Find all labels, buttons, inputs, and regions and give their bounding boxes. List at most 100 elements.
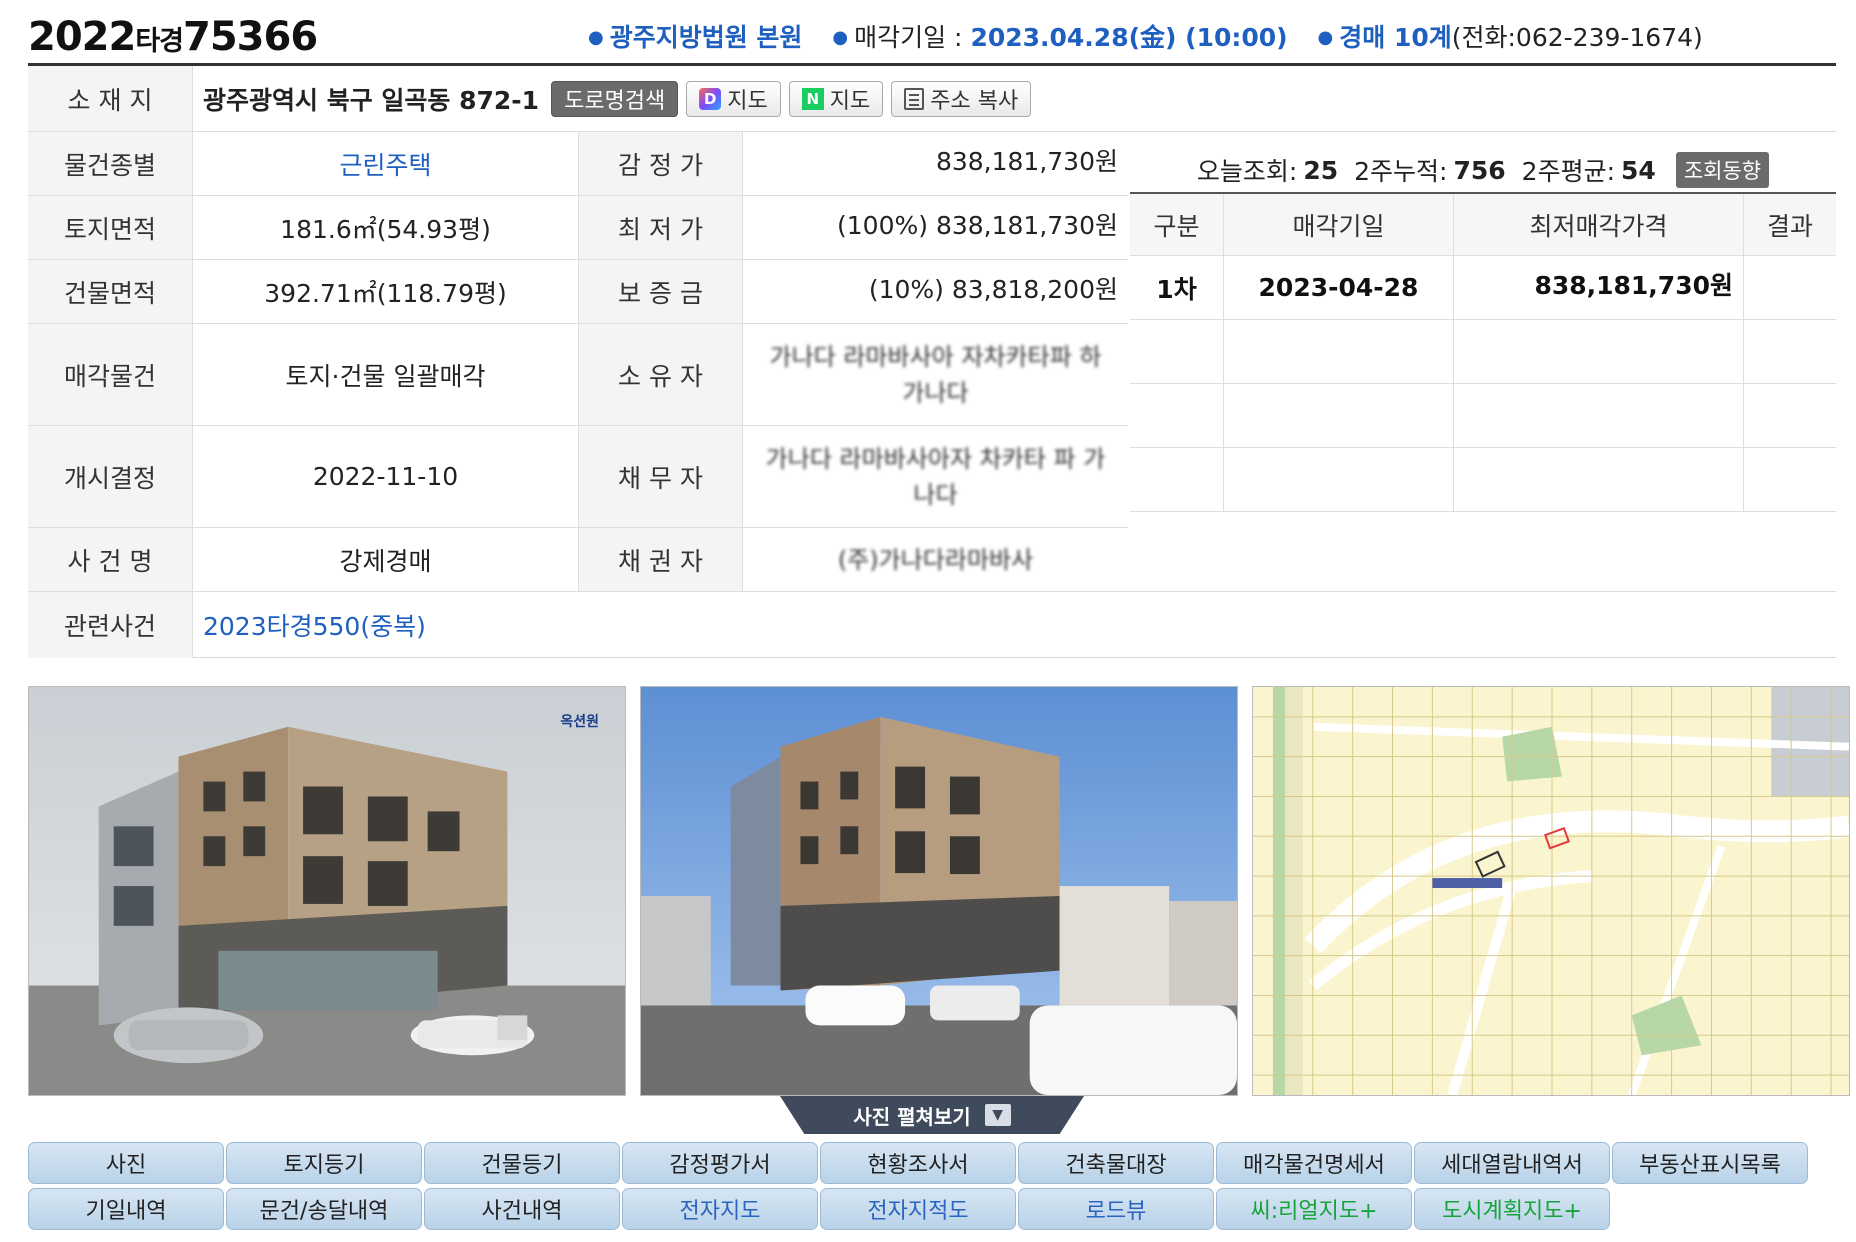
tab-household-records[interactable]: 세대열람내역서 xyxy=(1414,1142,1610,1184)
owner-label: 소 유 자 xyxy=(578,324,743,425)
empty-cell xyxy=(1130,384,1224,447)
owner-value: 가나다 라마바사아 자차카타파 하 가나다 xyxy=(769,342,1102,407)
sale-date-label: 매각기일 : xyxy=(854,23,971,52)
bullet-icon: ● xyxy=(1317,27,1334,48)
case-number: 2022타경75366 xyxy=(28,14,318,60)
case-name-value: 강제경매 xyxy=(339,546,432,576)
table-row xyxy=(1130,384,1836,448)
tab-property-list[interactable]: 부동산표시목록 xyxy=(1612,1142,1808,1184)
location-label: 소 재 지 xyxy=(28,66,193,131)
tab-date-history[interactable]: 기일내역 xyxy=(28,1188,224,1230)
tab-urban-plan-map[interactable]: 도시계획지도+ xyxy=(1414,1188,1610,1230)
debtor-value: 가나다 라마바사아자 차카타 파 가나다 xyxy=(765,444,1106,509)
table-row: 1차 2023-04-28 838,181,730원 xyxy=(1130,256,1836,320)
related-case-link[interactable]: 2023타경550(중복) xyxy=(203,592,426,658)
naver-map-label: 지도 xyxy=(829,88,871,114)
property-type-label: 물건종별 xyxy=(28,132,193,195)
related-case-label: 관련사건 xyxy=(28,592,193,658)
empty-cell xyxy=(1224,384,1454,447)
start-decision-label: 개시결정 xyxy=(28,426,193,527)
tab-building-ledger[interactable]: 건축물대장 xyxy=(1018,1142,1214,1184)
property-type-row: 물건종별 근린주택 감 정 가 838,181,730원 xyxy=(28,132,1128,196)
property-photo-2[interactable] xyxy=(640,686,1238,1096)
col-result: 결과 xyxy=(1744,194,1836,255)
tab-sale-statement[interactable]: 매각물건명세서 xyxy=(1216,1142,1412,1184)
tab-land-registry[interactable]: 토지등기 xyxy=(226,1142,422,1184)
building-area-value: 392.71㎡(118.79평) xyxy=(264,278,507,308)
start-decision-row: 개시결정 2022-11-10 채 무 자 가나다 라마바사아자 차카타 파 가… xyxy=(28,426,1128,528)
creditor-value: (주)가나다라마바사 xyxy=(837,545,1034,574)
daum-icon: D xyxy=(699,87,722,110)
daum-map-button[interactable]: D 지도 xyxy=(686,80,781,117)
today-views-label: 오늘조회: xyxy=(1196,157,1298,186)
empty-cell xyxy=(1454,320,1744,383)
chevron-down-icon: ▼ xyxy=(984,1104,1011,1126)
case-name-row: 사 건 명 강제경매 채 권 자 (주)가나다라마바사 xyxy=(28,528,1836,592)
land-area-row: 토지면적 181.6㎡(54.93평) 최 저 가 (100%) 838,181… xyxy=(28,196,1128,260)
empty-cell xyxy=(1224,320,1454,383)
appraisal-label: 감 정 가 xyxy=(578,132,743,195)
minimum-price-value: (100%) 838,181,730원 xyxy=(837,211,1118,240)
minimum-price-label: 최 저 가 xyxy=(578,196,743,259)
sale-date: 2023.04.28(金) (10:00) xyxy=(970,23,1288,52)
tab-e-map[interactable]: 전자지도 xyxy=(622,1188,818,1230)
naver-icon: N xyxy=(801,87,824,110)
sale-item-label: 매각물건 xyxy=(28,324,193,425)
deposit-label: 보 증 금 xyxy=(578,260,743,323)
property-type-link[interactable]: 근린주택 xyxy=(193,132,578,195)
empty-cell xyxy=(1130,448,1224,511)
schedule-header-row: 구분 매각기일 최저매각가격 결과 xyxy=(1130,192,1836,256)
case-name-label: 사 건 명 xyxy=(28,528,193,591)
copy-icon xyxy=(904,87,925,110)
tab-real-map[interactable]: 씨:리얼지도+ xyxy=(1216,1188,1412,1230)
copy-address-button[interactable]: 주소 복사 xyxy=(891,80,1032,117)
case-header: 2022타경75366 ● 광주지방법원 본원 ● 매각기일 : 2023.04.2… xyxy=(28,10,1836,66)
copy-address-label: 주소 복사 xyxy=(930,88,1019,114)
tab-building-registry[interactable]: 건물등기 xyxy=(424,1142,620,1184)
tab-case-history[interactable]: 사건내역 xyxy=(424,1188,620,1230)
land-area-value: 181.6㎡(54.93평) xyxy=(280,214,491,244)
naver-map-button[interactable]: N 지도 xyxy=(788,80,884,117)
sale-item-value: 토지·건물 일괄매각 xyxy=(285,361,486,391)
land-area-label: 토지면적 xyxy=(28,196,193,259)
two-week-total-label: 2주누적: xyxy=(1354,157,1448,186)
bullet-icon: ● xyxy=(588,27,604,48)
creditor-label: 채 권 자 xyxy=(578,528,743,591)
table-row xyxy=(1130,448,1836,512)
tab-cadastral-map[interactable]: 전자지적도 xyxy=(820,1188,1016,1230)
empty-cell xyxy=(1454,448,1744,511)
empty-cell xyxy=(1224,448,1454,511)
two-week-avg-label: 2주평균: xyxy=(1521,157,1616,186)
sale-date-cell: 2023-04-28 xyxy=(1224,256,1454,319)
court-dept: 경매 10계 xyxy=(1339,23,1452,52)
expand-photos-button[interactable]: 사진 펼쳐보기 ▼ xyxy=(780,1096,1084,1134)
tab-appraisal[interactable]: 감정평가서 xyxy=(622,1142,818,1184)
daum-map-label: 지도 xyxy=(727,88,768,114)
appraisal-value: 838,181,730원 xyxy=(935,147,1118,176)
col-sale-date: 매각기일 xyxy=(1224,194,1454,255)
start-decision-value: 2022-11-10 xyxy=(312,462,459,491)
debtor-label: 채 무 자 xyxy=(578,426,743,527)
expand-photos-label: 사진 펼쳐보기 xyxy=(853,1104,971,1129)
sale-item-row: 매각물건 토지·건물 일괄매각 소 유 자 가나다 라마바사아 자차카타파 하 … xyxy=(28,324,1128,426)
two-week-total-value: 756 xyxy=(1453,155,1506,185)
round-cell: 1차 xyxy=(1130,256,1224,319)
building-area-label: 건물면적 xyxy=(28,260,193,323)
location-row: 소 재 지 광주광역시 북구 일곡동 872-1 도로명검색 D 지도 N 지도 주… xyxy=(28,66,1836,132)
view-trend-button[interactable]: 조회동향 xyxy=(1675,152,1770,188)
tab-roadview[interactable]: 로드뷰 xyxy=(1018,1188,1214,1230)
deposit-value: (10%) 83,818,200원 xyxy=(868,275,1118,304)
location-map[interactable] xyxy=(1252,686,1850,1096)
view-stats: 오늘조회: 25 2주누적: 756 2주평균: 54 조회동향 xyxy=(1130,148,1836,192)
col-round: 구분 xyxy=(1130,194,1224,255)
property-photo-1[interactable]: 옥션원 xyxy=(28,686,626,1096)
court-phone: (전화:062-239-1674) xyxy=(1451,23,1703,52)
today-views-value: 25 xyxy=(1303,155,1339,185)
col-min-price: 최저매각가격 xyxy=(1454,194,1744,255)
tab-photos[interactable]: 사진 xyxy=(28,1142,224,1184)
min-price-cell: 838,181,730원 xyxy=(1454,256,1744,319)
related-case-row: 관련사건 2023타경550(중복) xyxy=(28,592,1836,658)
tab-document-delivery[interactable]: 문건/송달내역 xyxy=(226,1188,422,1230)
road-name-search-button[interactable]: 도로명검색 xyxy=(551,80,679,117)
tab-survey[interactable]: 현황조사서 xyxy=(820,1142,1016,1184)
